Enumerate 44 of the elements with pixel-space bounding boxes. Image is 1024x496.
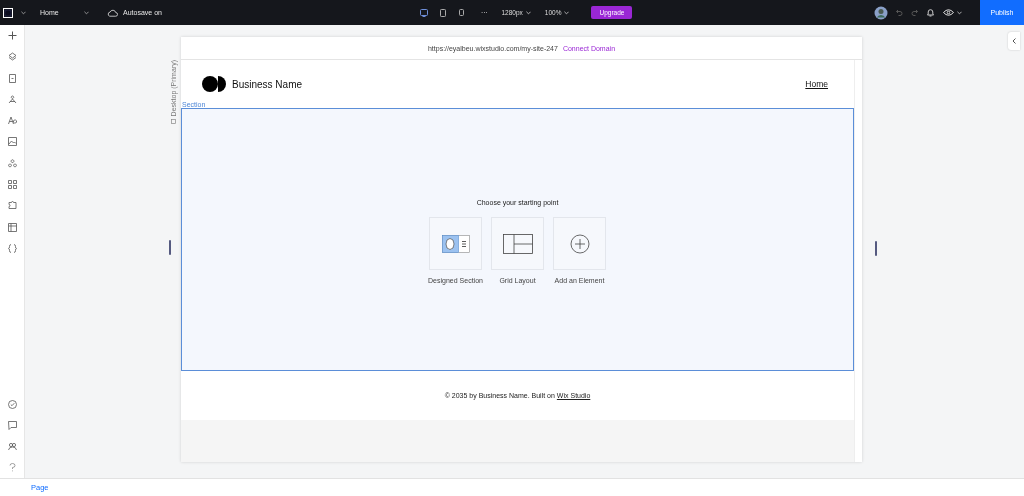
help-icon[interactable] [8,463,16,472]
cloud-icon [107,8,118,17]
layers-icon[interactable] [7,52,17,62]
avatar-icon[interactable] [874,5,888,20]
chevron-down-icon[interactable] [84,10,89,15]
mobile-view-button[interactable] [456,7,467,18]
plus-icon[interactable] [7,31,17,40]
checklist-icon[interactable] [7,400,17,409]
apps-icon[interactable] [7,158,17,168]
logo-icon [202,76,226,92]
image-icon[interactable] [7,137,17,147]
chevron-down-icon[interactable] [21,10,26,15]
grid-layout-card[interactable] [491,217,544,270]
bell-icon[interactable] [926,8,935,17]
chevron-down-icon [564,10,570,15]
designed-section-card[interactable] [429,217,482,270]
logo-icon[interactable] [3,7,13,18]
resize-handle[interactable] [875,241,877,256]
undo-icon[interactable] [896,9,903,16]
checkbox-icon [171,119,176,125]
chat-icon[interactable] [7,421,17,430]
nav-link[interactable]: Home [805,79,828,89]
collapse-panel-button[interactable] [1008,32,1020,50]
redo-icon[interactable] [911,9,918,16]
eye-icon [943,9,954,16]
puzzle-icon[interactable] [7,201,17,211]
resize-handle[interactable] [169,240,171,256]
text-icon[interactable] [7,116,17,126]
business-name: Business Name [232,78,303,90]
grid-icon [502,233,533,254]
tablet-view-button[interactable] [437,7,448,18]
people-icon[interactable] [7,94,17,104]
section-layout-icon [441,234,470,253]
chevron-left-icon [1012,38,1016,44]
chevron-down-icon [957,10,962,15]
grid-icon[interactable] [7,180,17,190]
page-icon[interactable] [7,73,17,83]
code-icon[interactable] [7,243,17,253]
chevron-down-icon [525,10,531,15]
plus-circle-icon [569,233,590,254]
preview-button[interactable] [943,9,962,16]
community-icon[interactable] [7,442,17,451]
table-icon[interactable] [7,222,17,232]
desktop-view-button[interactable] [418,7,429,18]
